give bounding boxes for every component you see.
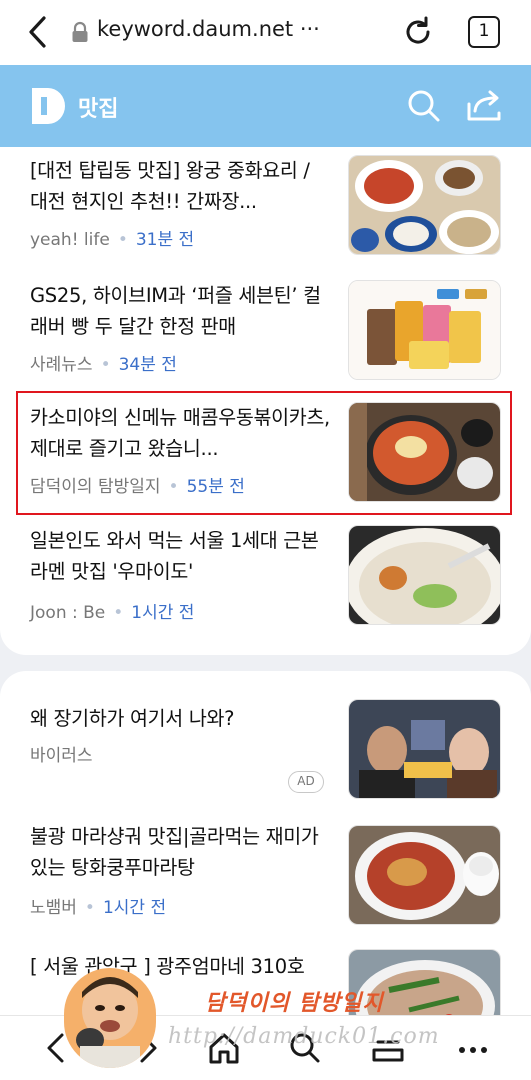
item-thumbnail[interactable] bbox=[348, 155, 501, 255]
item-time: 1시간 전 bbox=[102, 898, 167, 918]
item-thumbnail[interactable] bbox=[348, 825, 501, 925]
browser-toolbar: keyword.daum.net ··· 1 bbox=[0, 0, 531, 65]
item-time: 31분 전 bbox=[135, 230, 195, 250]
item-meta: 바이러스 bbox=[30, 741, 93, 766]
item-title[interactable]: 왜 장기하가 여기서 나와? bbox=[30, 703, 330, 734]
url-field[interactable]: keyword.daum.net ··· bbox=[97, 17, 320, 41]
page-title: 맛집 bbox=[78, 97, 119, 122]
more-icon[interactable] bbox=[455, 1030, 491, 1066]
list-item[interactable]: GS25, 하이브IM과 ‘퍼즐 세븐틴’ 컬래버 빵 두 달간 한정 판매 사… bbox=[30, 280, 501, 390]
item-thumbnail[interactable] bbox=[348, 525, 501, 625]
item-meta: 노뱀버 • 1시간 전 bbox=[30, 898, 167, 918]
item-meta: yeah! life • 31분 전 bbox=[30, 230, 195, 250]
item-source: 사례뉴스 bbox=[30, 355, 93, 375]
chevron-left-icon[interactable] bbox=[24, 14, 54, 50]
tab-count-button[interactable]: 1 bbox=[468, 16, 500, 48]
item-time: 34분 전 bbox=[118, 355, 177, 375]
daum-logo-icon[interactable] bbox=[32, 88, 66, 124]
item-meta: Joon : Be • 1시간 전 bbox=[30, 603, 195, 623]
watermark-name: 담덕이의 탐방일지 bbox=[205, 990, 384, 1016]
share-icon[interactable] bbox=[466, 89, 502, 123]
refresh-icon[interactable] bbox=[401, 15, 435, 49]
item-title[interactable]: 불광 마라샹궈 맛집|골라먹는 재미가 있는 탕화쿵푸마라탕 bbox=[30, 821, 330, 883]
search-icon[interactable] bbox=[407, 89, 441, 123]
daum-header: 맛집 bbox=[0, 65, 531, 147]
ad-badge: AD bbox=[288, 771, 324, 793]
item-title[interactable]: GS25, 하이브IM과 ‘퍼즐 세븐틴’ 컬래버 빵 두 달간 한정 판매 bbox=[30, 280, 330, 342]
list-item[interactable]: [대전 탑립동 맛집] 왕궁 중화요리 / 대전 현지인 추천!! 간짜장...… bbox=[30, 155, 501, 265]
ad-item[interactable]: 왜 장기하가 여기서 나와? 바이러스 bbox=[30, 699, 501, 803]
item-source: 바이러스 bbox=[30, 746, 93, 766]
list-item[interactable]: 불광 마라샹궈 맛집|골라먹는 재미가 있는 탕화쿵푸마라탕 노뱀버 • 1시간 전 bbox=[30, 821, 501, 931]
watermark-avatar bbox=[64, 968, 156, 1068]
item-thumbnail[interactable] bbox=[348, 699, 501, 799]
item-meta: 사례뉴스 • 34분 전 bbox=[30, 355, 177, 375]
item-source: yeah! life bbox=[30, 230, 110, 250]
watermark-url: http://damduck01.com bbox=[168, 1024, 440, 1049]
item-title[interactable]: [대전 탑립동 맛집] 왕궁 중화요리 / 대전 현지인 추천!! 간짜장... bbox=[30, 155, 330, 217]
item-thumbnail[interactable] bbox=[348, 280, 501, 380]
item-source: Joon : Be bbox=[30, 603, 106, 623]
item-source: 노뱀버 bbox=[30, 898, 77, 918]
item-time: 1시간 전 bbox=[131, 603, 195, 623]
list-item[interactable]: 일본인도 와서 먹는 서울 1세대 근본 라멘 맛집 '우마이도' Joon :… bbox=[30, 525, 501, 635]
highlight-frame bbox=[16, 391, 512, 515]
item-title[interactable]: [ 서울 관악구 ] 광주엄마네 310호 bbox=[30, 951, 330, 982]
item-title[interactable]: 일본인도 와서 먹는 서울 1세대 근본 라멘 맛집 '우마이도' bbox=[30, 525, 330, 587]
lock-icon bbox=[72, 21, 88, 42]
